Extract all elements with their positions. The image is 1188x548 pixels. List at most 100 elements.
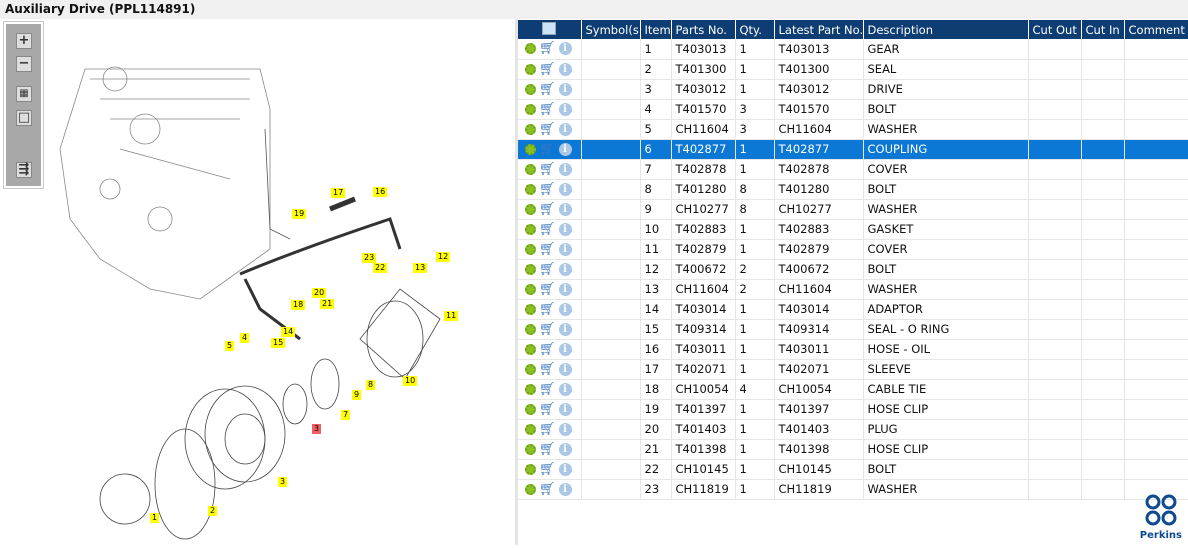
table-row[interactable]: 🛒︎ i 23 CH11819 1 CH11819 WASHER	[518, 479, 1188, 500]
table-row[interactable]: 🛒︎ i 10 T402883 1 T402883 GASKET	[518, 219, 1188, 240]
callout-label[interactable]: 14	[281, 327, 296, 337]
settings-gear-icon[interactable]	[525, 423, 536, 435]
cart-icon[interactable]: 🛒︎	[539, 222, 556, 237]
table-row[interactable]: 🛒︎ i 20 T401403 1 T401403 PLUG	[518, 419, 1188, 440]
column-header[interactable]: Symbol(s)	[581, 20, 641, 39]
cart-icon[interactable]: 🛒︎	[539, 362, 556, 377]
table-row[interactable]: 🛒︎ i 6 T402877 1 T402877 COUPLING	[518, 139, 1188, 160]
settings-gear-icon[interactable]	[525, 123, 536, 135]
table-row[interactable]: 🛒︎ i 17 T402071 1 T402071 SLEEVE	[518, 359, 1188, 380]
info-icon[interactable]: i	[558, 62, 572, 76]
cart-icon[interactable]: 🛒︎	[539, 422, 556, 437]
cart-icon[interactable]: 🛒︎	[539, 462, 556, 477]
settings-gear-icon[interactable]	[525, 403, 536, 415]
callout-label[interactable]: 18	[291, 300, 306, 310]
info-icon[interactable]: i	[558, 222, 572, 236]
callout-label[interactable]: 8	[366, 380, 376, 390]
table-row[interactable]: 🛒︎ i 5 CH11604 3 CH11604 WASHER	[518, 119, 1188, 140]
exploded-diagram[interactable]: 1 2 3 3 4 5 7 8 9 10 11 12 13 14 15 16 17 18 19 20 21 22 23	[0, 19, 515, 545]
callout-label[interactable]: 1	[150, 513, 160, 523]
cart-icon[interactable]: 🛒︎	[539, 202, 556, 217]
info-icon[interactable]: i	[558, 442, 572, 456]
table-row[interactable]: 🛒︎ i 7 T402878 1 T402878 COVER	[518, 159, 1188, 180]
callout-label[interactable]: 3	[278, 477, 288, 487]
column-header[interactable]: Description	[863, 20, 1029, 39]
info-icon[interactable]: i	[558, 382, 572, 396]
callout-label[interactable]: 10	[403, 376, 418, 386]
cart-icon[interactable]: 🛒︎	[539, 302, 556, 317]
cart-icon[interactable]: 🛒︎	[539, 62, 556, 77]
settings-gear-icon[interactable]	[525, 483, 536, 495]
info-icon[interactable]: i	[558, 102, 572, 116]
settings-gear-icon[interactable]	[525, 203, 536, 215]
cart-icon[interactable]: 🛒︎	[539, 182, 556, 197]
table-row[interactable]: 🛒︎ i 9 CH10277 8 CH10277 WASHER	[518, 199, 1188, 220]
cart-icon[interactable]: 🛒︎	[539, 322, 556, 337]
callout-label[interactable]: 16	[373, 187, 388, 197]
cart-icon[interactable]: 🛒︎	[539, 41, 556, 56]
callout-label[interactable]: 7	[341, 410, 351, 420]
info-icon[interactable]: i	[558, 282, 572, 296]
table-row[interactable]: 🛒︎ i 19 T401397 1 T401397 HOSE CLIP	[518, 399, 1188, 420]
callout-label[interactable]: 23	[362, 253, 377, 263]
cart-icon[interactable]: 🛒︎	[539, 482, 556, 497]
settings-gear-icon[interactable]	[525, 303, 536, 315]
table-row[interactable]: 🛒︎ i 11 T402879 1 T402879 COVER	[518, 239, 1188, 260]
settings-gear-icon[interactable]	[525, 83, 536, 95]
column-header[interactable]: Cut In	[1081, 20, 1125, 39]
info-icon[interactable]: i	[558, 182, 572, 196]
table-row[interactable]: 🛒︎ i 1 T403013 1 T403013 GEAR	[518, 39, 1188, 60]
info-icon[interactable]: i	[558, 202, 572, 216]
zoom-out-button[interactable]: −	[16, 56, 32, 72]
info-icon[interactable]: i	[558, 122, 572, 136]
settings-gear-icon[interactable]	[525, 463, 536, 475]
column-header[interactable]: Item	[640, 20, 672, 39]
table-row[interactable]: 🛒︎ i 12 T400672 2 T400672 BOLT	[518, 259, 1188, 280]
callout-label[interactable]: 2	[208, 506, 218, 516]
info-icon[interactable]: i	[558, 362, 572, 376]
info-icon[interactable]: i	[558, 162, 572, 176]
zoom-in-button[interactable]: +	[16, 33, 32, 49]
callout-label[interactable]: 4	[240, 333, 250, 343]
settings-gear-icon[interactable]	[525, 163, 536, 175]
cart-icon[interactable]: 🛒︎	[539, 262, 556, 277]
cart-icon[interactable]: 🛒︎	[539, 442, 556, 457]
settings-gear-icon[interactable]	[525, 223, 536, 235]
table-row[interactable]: 🛒︎ i 2 T401300 1 T401300 SEAL	[518, 59, 1188, 80]
column-header[interactable]: Qty.	[735, 20, 775, 39]
cart-icon[interactable]: 🛒︎	[539, 242, 556, 257]
table-row[interactable]: 🛒︎ i 21 T401398 1 T401398 HOSE CLIP	[518, 439, 1188, 460]
cart-icon[interactable]: 🛒︎	[539, 102, 556, 117]
column-header[interactable]: Comment	[1124, 20, 1188, 39]
info-icon[interactable]: i	[558, 462, 572, 476]
column-header-search[interactable]	[518, 20, 582, 39]
table-row[interactable]: 🛒︎ i 16 T403011 1 T403011 HOSE - OIL	[518, 339, 1188, 360]
column-header[interactable]: Parts No.	[671, 20, 736, 39]
info-icon[interactable]: i	[558, 262, 572, 276]
table-row[interactable]: 🛒︎ i 18 CH10054 4 CH10054 CABLE TIE	[518, 379, 1188, 400]
callout-label[interactable]: 15	[271, 338, 286, 348]
info-icon[interactable]: i	[558, 482, 572, 496]
info-icon[interactable]: i	[558, 82, 572, 96]
cart-icon[interactable]: 🛒︎	[539, 382, 556, 397]
callout-label[interactable]: 21	[320, 299, 335, 309]
settings-gear-icon[interactable]	[525, 263, 536, 275]
settings-gear-icon[interactable]	[525, 363, 536, 375]
info-icon[interactable]: i	[558, 322, 572, 336]
settings-gear-icon[interactable]	[525, 63, 536, 75]
cart-icon[interactable]: 🛒︎	[539, 402, 556, 417]
column-header[interactable]: Latest Part No.	[774, 20, 864, 39]
settings-gear-icon[interactable]	[525, 323, 536, 335]
settings-gear-icon[interactable]	[525, 443, 536, 455]
cart-icon[interactable]: 🛒︎	[539, 122, 556, 137]
info-icon[interactable]: i	[558, 42, 572, 56]
table-row[interactable]: 🛒︎ i 15 T409314 1 T409314 SEAL - O RING	[518, 319, 1188, 340]
info-icon[interactable]: i	[558, 142, 572, 156]
callout-label[interactable]: 11	[444, 311, 459, 321]
actual-size-button[interactable]: □	[16, 110, 32, 126]
cart-icon[interactable]: 🛒︎	[539, 82, 556, 97]
callout-label[interactable]: 22	[373, 263, 388, 273]
callout-label[interactable]: 3	[312, 424, 322, 434]
settings-gear-icon[interactable]	[525, 283, 536, 295]
toggle-layout-button[interactable]: ⇶	[16, 162, 32, 178]
